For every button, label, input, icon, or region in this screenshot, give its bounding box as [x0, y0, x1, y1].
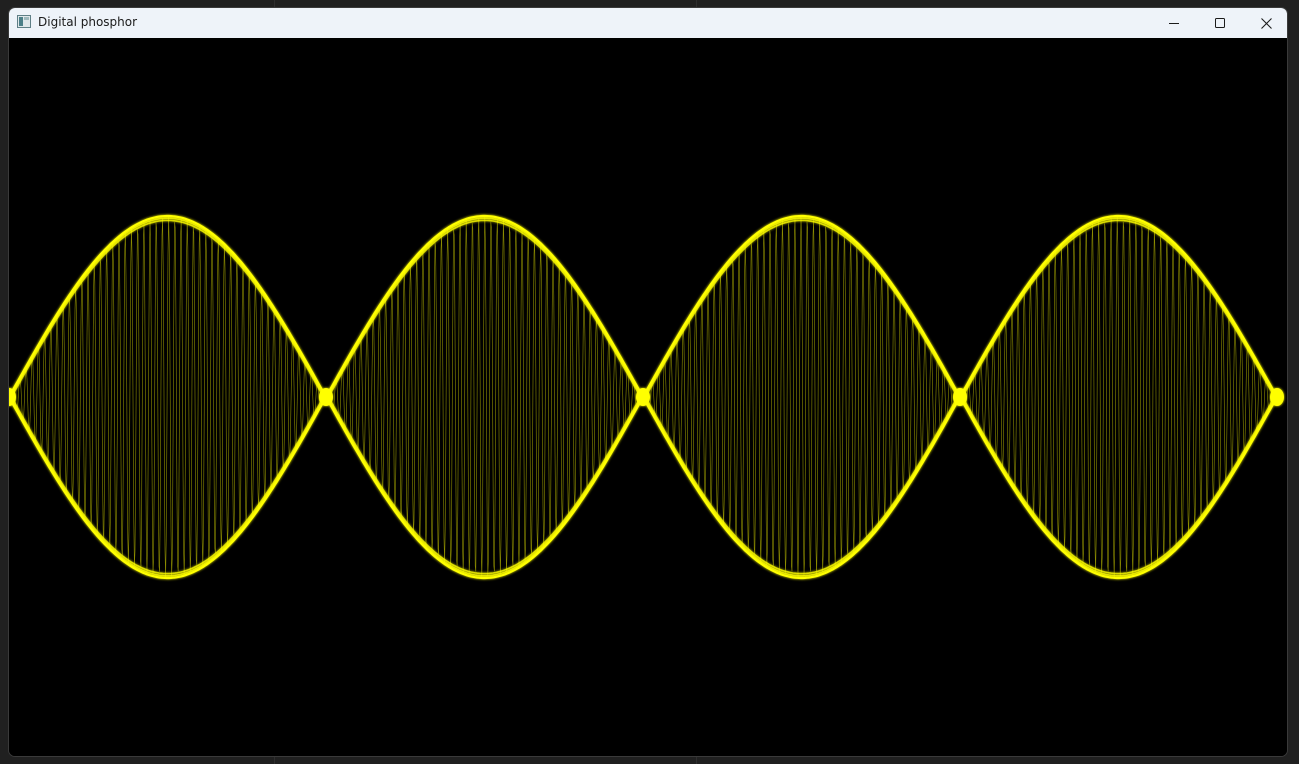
waveform-node: [953, 388, 967, 406]
lower-envelope: [9, 390, 1278, 575]
waveform-node: [1270, 388, 1284, 406]
waveform-node: [636, 388, 650, 406]
app-window: Digital phosphor: [8, 7, 1288, 757]
minimize-button[interactable]: [1151, 8, 1197, 38]
waveform-plot: [9, 214, 1284, 580]
close-icon: [1260, 17, 1272, 29]
title-bar[interactable]: Digital phosphor: [9, 8, 1287, 38]
lower-envelope: [9, 394, 1278, 580]
desktop: Digital phosphor: [0, 0, 1299, 764]
phosphor-display: [9, 38, 1287, 756]
app-icon: [17, 15, 31, 28]
lower-envelope: [9, 393, 1278, 577]
window-title: Digital phosphor: [38, 15, 138, 29]
maximize-icon: [1215, 18, 1225, 28]
waveform-node: [319, 388, 333, 406]
minimize-icon: [1169, 23, 1179, 24]
close-button[interactable]: [1243, 8, 1287, 38]
maximize-button[interactable]: [1197, 8, 1243, 38]
